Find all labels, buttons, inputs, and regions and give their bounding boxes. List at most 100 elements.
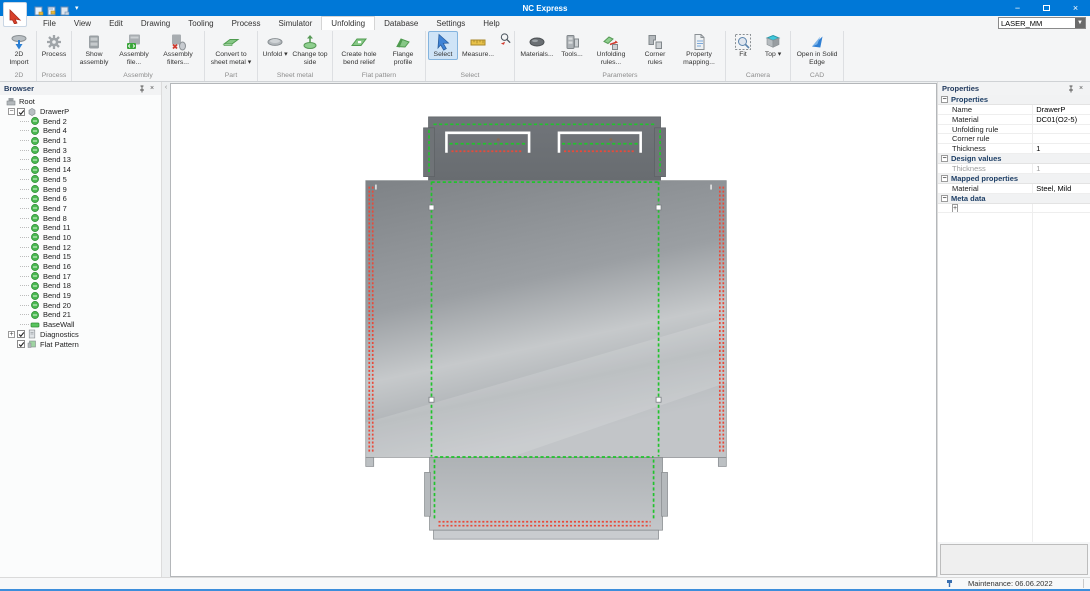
close-panel-icon[interactable]: × xyxy=(147,84,157,94)
tree-item-diagnostics[interactable]: +Diagnostics xyxy=(0,330,161,340)
menu-tab-view[interactable]: View xyxy=(65,17,100,30)
assembly-filters-button[interactable]: Assembly filters... xyxy=(154,31,202,68)
assembly-file-button[interactable]: Assembly file... xyxy=(114,31,154,68)
menu-tab-tooling[interactable]: Tooling xyxy=(179,17,222,30)
tree-item-bend-9[interactable]: Bend 9 xyxy=(0,184,161,194)
tree-item-bend-19[interactable]: Bend 19 xyxy=(0,291,161,301)
materials-button[interactable]: Materials... xyxy=(517,31,557,60)
pin-icon[interactable] xyxy=(1066,84,1076,94)
tree-item-drawerp[interactable]: −DrawerP xyxy=(0,107,161,117)
collapse-icon[interactable]: − xyxy=(941,155,948,162)
collapse-icon[interactable]: − xyxy=(941,96,948,103)
pin-icon[interactable] xyxy=(137,84,147,94)
select-button[interactable]: Select xyxy=(428,31,458,60)
property-value[interactable] xyxy=(1032,134,1090,143)
property-value[interactable]: 1 xyxy=(1032,144,1090,153)
tree-item-bend-1[interactable]: Bend 1 xyxy=(0,136,161,146)
unfold-button[interactable]: Unfold ▾ xyxy=(260,31,290,60)
menu-tab-file[interactable]: File xyxy=(34,17,65,30)
flange-profile-button[interactable]: Flange profile xyxy=(383,31,423,68)
panel-splitter[interactable]: ‹ xyxy=(162,82,170,577)
tree-item-bend-16[interactable]: Bend 16 xyxy=(0,262,161,272)
collapse-icon[interactable]: − xyxy=(941,195,948,202)
tools-button[interactable]: Tools... xyxy=(557,31,587,60)
expand-icon[interactable]: + xyxy=(952,204,958,212)
menu-tab-edit[interactable]: Edit xyxy=(100,17,132,30)
collapse-icon[interactable]: − xyxy=(941,175,948,182)
machine-selector[interactable]: LASER_MM ▼ xyxy=(998,17,1086,29)
menu-tab-help[interactable]: Help xyxy=(474,17,508,30)
tree-item-bend-20[interactable]: Bend 20 xyxy=(0,300,161,310)
open-in-solid-edge-button[interactable]: Open in Solid Edge xyxy=(793,31,841,68)
tree-item-bend-15[interactable]: Bend 15 xyxy=(0,252,161,262)
tree-item-bend-6[interactable]: Bend 6 xyxy=(0,194,161,204)
save-doc-icon[interactable] xyxy=(60,3,70,13)
property-section-properties[interactable]: −Properties xyxy=(938,95,1090,105)
menu-tab-unfolding[interactable]: Unfolding xyxy=(321,16,375,30)
minimize-button[interactable]: − xyxy=(1003,0,1032,16)
open-doc-icon[interactable] xyxy=(47,3,57,13)
property-value[interactable]: Steel, Mild xyxy=(1032,184,1090,193)
property-value[interactable]: DC01(O2-5) xyxy=(1032,115,1090,124)
expand-icon[interactable]: + xyxy=(8,331,15,338)
tree-item-basewall[interactable]: BaseWall xyxy=(0,320,161,330)
tree-item-bend-13[interactable]: Bend 13 xyxy=(0,155,161,165)
top-button[interactable]: Top ▾ xyxy=(758,31,788,60)
tree-item-bend-10[interactable]: Bend 10 xyxy=(0,233,161,243)
new-doc-icon[interactable] xyxy=(34,3,44,13)
menu-tab-drawing[interactable]: Drawing xyxy=(132,17,179,30)
property-section-meta-data[interactable]: −Meta data xyxy=(938,194,1090,204)
tree-item-bend-11[interactable]: Bend 11 xyxy=(0,223,161,233)
tree-item-bend-14[interactable]: Bend 14 xyxy=(0,165,161,175)
menu-tab-process[interactable]: Process xyxy=(223,17,270,30)
property-value[interactable]: DrawerP xyxy=(1032,105,1090,114)
front-flap[interactable] xyxy=(430,457,663,530)
tree-item-bend-17[interactable]: Bend 17 xyxy=(0,271,161,281)
menu-tab-simulator[interactable]: Simulator xyxy=(270,17,322,30)
corner-rules-button[interactable]: Corner rules xyxy=(635,31,675,68)
property-value[interactable]: 1 xyxy=(1032,164,1090,173)
property-value[interactable] xyxy=(1032,204,1090,213)
property-section-design-values[interactable]: −Design values xyxy=(938,154,1090,164)
quick-access-dropdown-icon[interactable]: ▾ xyxy=(75,4,79,12)
unfolding-rules-button[interactable]: Unfolding rules... xyxy=(587,31,635,68)
process-button[interactable]: Process xyxy=(39,31,69,60)
property-mapping-button[interactable]: Property mapping... xyxy=(675,31,723,68)
collapse-icon[interactable]: − xyxy=(8,108,15,115)
app-logo-icon[interactable] xyxy=(3,2,27,27)
menu-tab-database[interactable]: Database xyxy=(375,17,427,30)
tree-item-flat-pattern[interactable]: Flat Pattern xyxy=(0,339,161,349)
flat-pattern-part[interactable] xyxy=(366,117,727,539)
close-button[interactable]: × xyxy=(1061,0,1090,16)
tree-item-bend-3[interactable]: Bend 3 xyxy=(0,145,161,155)
tree-item-bend-4[interactable]: Bend 4 xyxy=(0,126,161,136)
fit-button[interactable]: Fit xyxy=(728,31,758,60)
tree-item-bend-2[interactable]: Bend 2 xyxy=(0,116,161,126)
visibility-checkbox[interactable] xyxy=(17,108,25,116)
convert-to-sheet-metal-button[interactable]: Convert to sheet metal ▾ xyxy=(207,31,255,68)
tree-item-bend-8[interactable]: Bend 8 xyxy=(0,213,161,223)
tree-item-bend-18[interactable]: Bend 18 xyxy=(0,281,161,291)
viewport[interactable] xyxy=(170,83,937,577)
visibility-checkbox[interactable] xyxy=(17,340,25,348)
2d-import-button[interactable]: 2D Import xyxy=(4,31,34,68)
tree-item-bend-5[interactable]: Bend 5 xyxy=(0,175,161,185)
dropdown-arrow-icon[interactable]: ▼ xyxy=(1075,18,1085,28)
visibility-checkbox[interactable] xyxy=(17,330,25,338)
tree-item-bend-12[interactable]: Bend 12 xyxy=(0,242,161,252)
change-top-side-button[interactable]: Change top side xyxy=(290,31,330,68)
menu-tab-settings[interactable]: Settings xyxy=(427,17,474,30)
tree-item-bend-7[interactable]: Bend 7 xyxy=(0,204,161,214)
flat-pattern-canvas[interactable] xyxy=(171,84,936,576)
property-section-mapped-properties[interactable]: −Mapped properties xyxy=(938,174,1090,184)
property-value[interactable] xyxy=(1032,125,1090,134)
measure-button[interactable]: Measure... xyxy=(458,31,498,60)
zoom-selection-icon[interactable] xyxy=(499,32,512,45)
top-view-icon xyxy=(763,33,783,51)
tree-item-root[interactable]: Root xyxy=(0,97,161,107)
maximize-button[interactable] xyxy=(1032,0,1061,16)
close-panel-icon[interactable]: × xyxy=(1076,84,1086,94)
create-hole-bend-relief-button[interactable]: Create hole bend relief xyxy=(335,31,383,68)
show-assembly-button[interactable]: Show assembly xyxy=(74,31,114,68)
tree-item-bend-21[interactable]: Bend 21 xyxy=(0,310,161,320)
